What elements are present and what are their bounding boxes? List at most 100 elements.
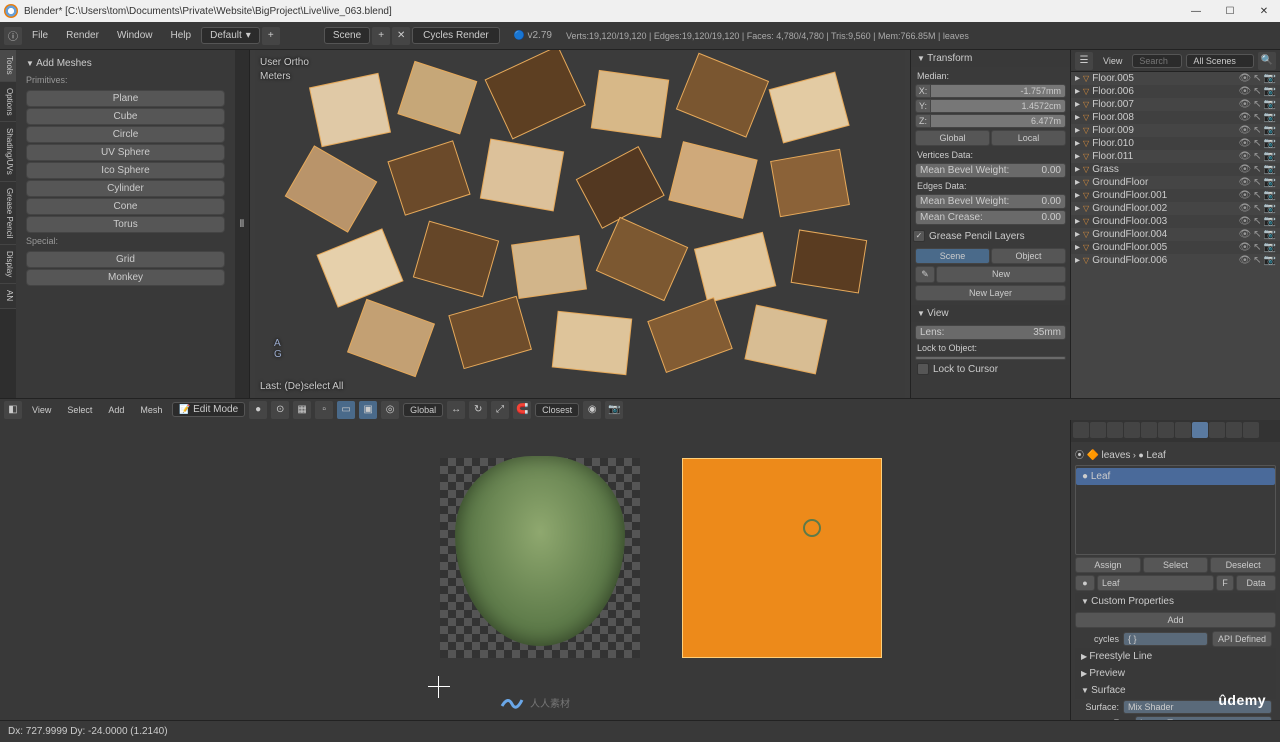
render-tab-icon[interactable]: [1073, 422, 1089, 438]
selectable-icon[interactable]: ↖: [1253, 190, 1261, 201]
add-grid-button[interactable]: Grid: [26, 251, 224, 268]
scene-selector[interactable]: Scene: [324, 27, 370, 44]
outliner-view-menu[interactable]: View: [1097, 54, 1128, 68]
selectable-icon[interactable]: ↖: [1253, 203, 1261, 214]
selectable-icon[interactable]: ↖: [1253, 164, 1261, 175]
selectable-icon[interactable]: ↖: [1253, 151, 1261, 162]
outliner-filter-dropdown[interactable]: All Scenes: [1186, 54, 1254, 68]
gp-scene-button[interactable]: Scene: [915, 248, 990, 264]
cycles-prop-value[interactable]: { }: [1123, 632, 1208, 646]
outliner-item[interactable]: ▸▽Floor.009👁↖📷: [1071, 124, 1280, 137]
viewport-type-icon[interactable]: ◧: [4, 401, 22, 419]
outliner-item[interactable]: ▸▽GroundFloor.002👁↖📷: [1071, 202, 1280, 215]
selectable-icon[interactable]: ↖: [1253, 86, 1261, 97]
selectable-icon[interactable]: ↖: [1253, 99, 1261, 110]
layers-icon[interactable]: ▦: [293, 401, 311, 419]
render-icon[interactable]: 📷: [1264, 164, 1276, 175]
visibility-icon[interactable]: 👁: [1238, 86, 1251, 97]
render-icon[interactable]: 📷: [1264, 151, 1276, 162]
visibility-icon[interactable]: 👁: [1238, 99, 1251, 110]
tool-tab-tools[interactable]: Tools: [0, 50, 16, 82]
gp-new-button[interactable]: New: [936, 266, 1066, 283]
visibility-icon[interactable]: 👁: [1238, 242, 1251, 253]
render-icon[interactable]: 📷: [1264, 73, 1276, 84]
menu-help[interactable]: Help: [163, 27, 200, 44]
mean-bevel-weight-e[interactable]: Mean Bevel Weight:0.00: [915, 194, 1066, 209]
manipulator-translate-icon[interactable]: ↔: [447, 401, 465, 419]
outliner-item[interactable]: ▸▽Floor.008👁↖📷: [1071, 111, 1280, 124]
3d-viewport[interactable]: User Ortho Meters A G Last: (De)select A…: [250, 50, 910, 398]
menu-window[interactable]: Window: [109, 27, 161, 44]
grease-pencil-layers-header[interactable]: Grease Pencil Layers: [929, 231, 1025, 242]
constraint-tab-icon[interactable]: [1141, 422, 1157, 438]
render-icon[interactable]: 📷: [1264, 255, 1276, 266]
manipulator-rotate-icon[interactable]: ↻: [469, 401, 487, 419]
orientation-selector[interactable]: Global: [403, 403, 443, 417]
visibility-icon[interactable]: 👁: [1238, 151, 1251, 162]
visibility-icon[interactable]: 👁: [1238, 73, 1251, 84]
add-torus-button[interactable]: Torus: [26, 216, 224, 233]
outliner-item[interactable]: ▸▽GroundFloor👁↖📷: [1071, 176, 1280, 189]
render-icon[interactable]: 📷: [1264, 190, 1276, 201]
custom-properties-header[interactable]: Custom Properties: [1075, 593, 1276, 610]
modifier-tab-icon[interactable]: [1158, 422, 1174, 438]
tool-tab-display[interactable]: Display: [0, 245, 16, 284]
preview-header[interactable]: Preview: [1075, 665, 1276, 682]
uv-image-editor[interactable]: 人人素材 ⦿ 🔶 leaves › ● Leaf ● Leaf Assi: [0, 420, 1280, 720]
toolshelf-handle[interactable]: ⦀: [235, 50, 249, 398]
outliner-item[interactable]: ▸▽GroundFloor.001👁↖📷: [1071, 189, 1280, 202]
freestyle-line-header[interactable]: Freestyle Line: [1075, 648, 1276, 665]
median-x-field[interactable]: -1.757mm: [931, 84, 1066, 98]
visibility-icon[interactable]: 👁: [1238, 190, 1251, 201]
render-icon[interactable]: 📷: [1264, 138, 1276, 149]
select-edge-icon[interactable]: ▭: [337, 401, 355, 419]
add-plane-button[interactable]: Plane: [26, 90, 224, 107]
outliner-item[interactable]: ▸▽GroundFloor.006👁↖📷: [1071, 254, 1280, 267]
visibility-icon[interactable]: 👁: [1238, 125, 1251, 136]
minimize-button[interactable]: —: [1184, 6, 1208, 17]
add-meshes-panel-header[interactable]: Add Meshes: [20, 54, 231, 73]
visibility-icon[interactable]: 👁: [1238, 203, 1251, 214]
select-vertex-icon[interactable]: ▫: [315, 401, 333, 419]
limit-selection-icon[interactable]: ◎: [381, 401, 399, 419]
selectable-icon[interactable]: ↖: [1253, 229, 1261, 240]
render-icon[interactable]: 📷: [1264, 86, 1276, 97]
render-icon[interactable]: 📷: [1264, 177, 1276, 188]
outliner-search-input[interactable]: [1132, 54, 1182, 68]
selectable-icon[interactable]: ↖: [1253, 177, 1261, 188]
assign-button[interactable]: Assign: [1075, 557, 1141, 573]
selectable-icon[interactable]: ↖: [1253, 73, 1261, 84]
selectable-icon[interactable]: ↖: [1253, 112, 1261, 123]
material-tab-icon[interactable]: [1192, 422, 1208, 438]
visibility-icon[interactable]: 👁: [1238, 177, 1251, 188]
add-cylinder-button[interactable]: Cylinder: [26, 180, 224, 197]
close-button[interactable]: ✕: [1252, 6, 1276, 17]
menu-render[interactable]: Render: [58, 27, 107, 44]
vp-select-menu[interactable]: Select: [61, 403, 98, 417]
editor-type-icon[interactable]: ⓘ: [4, 27, 22, 45]
selectable-icon[interactable]: ↖: [1253, 255, 1261, 266]
select-button[interactable]: Select: [1143, 557, 1209, 573]
outliner-item[interactable]: ▸▽GroundFloor.004👁↖📷: [1071, 228, 1280, 241]
selectable-icon[interactable]: ↖: [1253, 138, 1261, 149]
vp-view-menu[interactable]: View: [26, 403, 57, 417]
selectable-icon[interactable]: ↖: [1253, 216, 1261, 227]
add-cube-button[interactable]: Cube: [26, 108, 224, 125]
visibility-icon[interactable]: 👁: [1238, 112, 1251, 123]
tool-tab-an[interactable]: AN: [0, 284, 16, 308]
add-monkey-button[interactable]: Monkey: [26, 269, 224, 286]
add-custom-property-button[interactable]: Add: [1075, 612, 1276, 628]
snap-toggle-icon[interactable]: 🧲: [513, 401, 531, 419]
render-engine-selector[interactable]: Cycles Render: [412, 27, 500, 44]
uv-face-selection[interactable]: [682, 458, 882, 658]
transform-panel-header[interactable]: Transform: [911, 50, 1070, 67]
visibility-icon[interactable]: 👁: [1238, 255, 1251, 266]
median-y-field[interactable]: 1.4572cm: [931, 99, 1066, 113]
tool-tab-options[interactable]: Options: [0, 82, 16, 123]
render-icon[interactable]: 📷: [1264, 203, 1276, 214]
gp-object-button[interactable]: Object: [991, 248, 1066, 264]
maximize-button[interactable]: ☐: [1218, 6, 1242, 17]
render-icon[interactable]: 📷: [1264, 112, 1276, 123]
visibility-icon[interactable]: 👁: [1238, 229, 1251, 240]
render-icon[interactable]: 📷: [1264, 125, 1276, 136]
